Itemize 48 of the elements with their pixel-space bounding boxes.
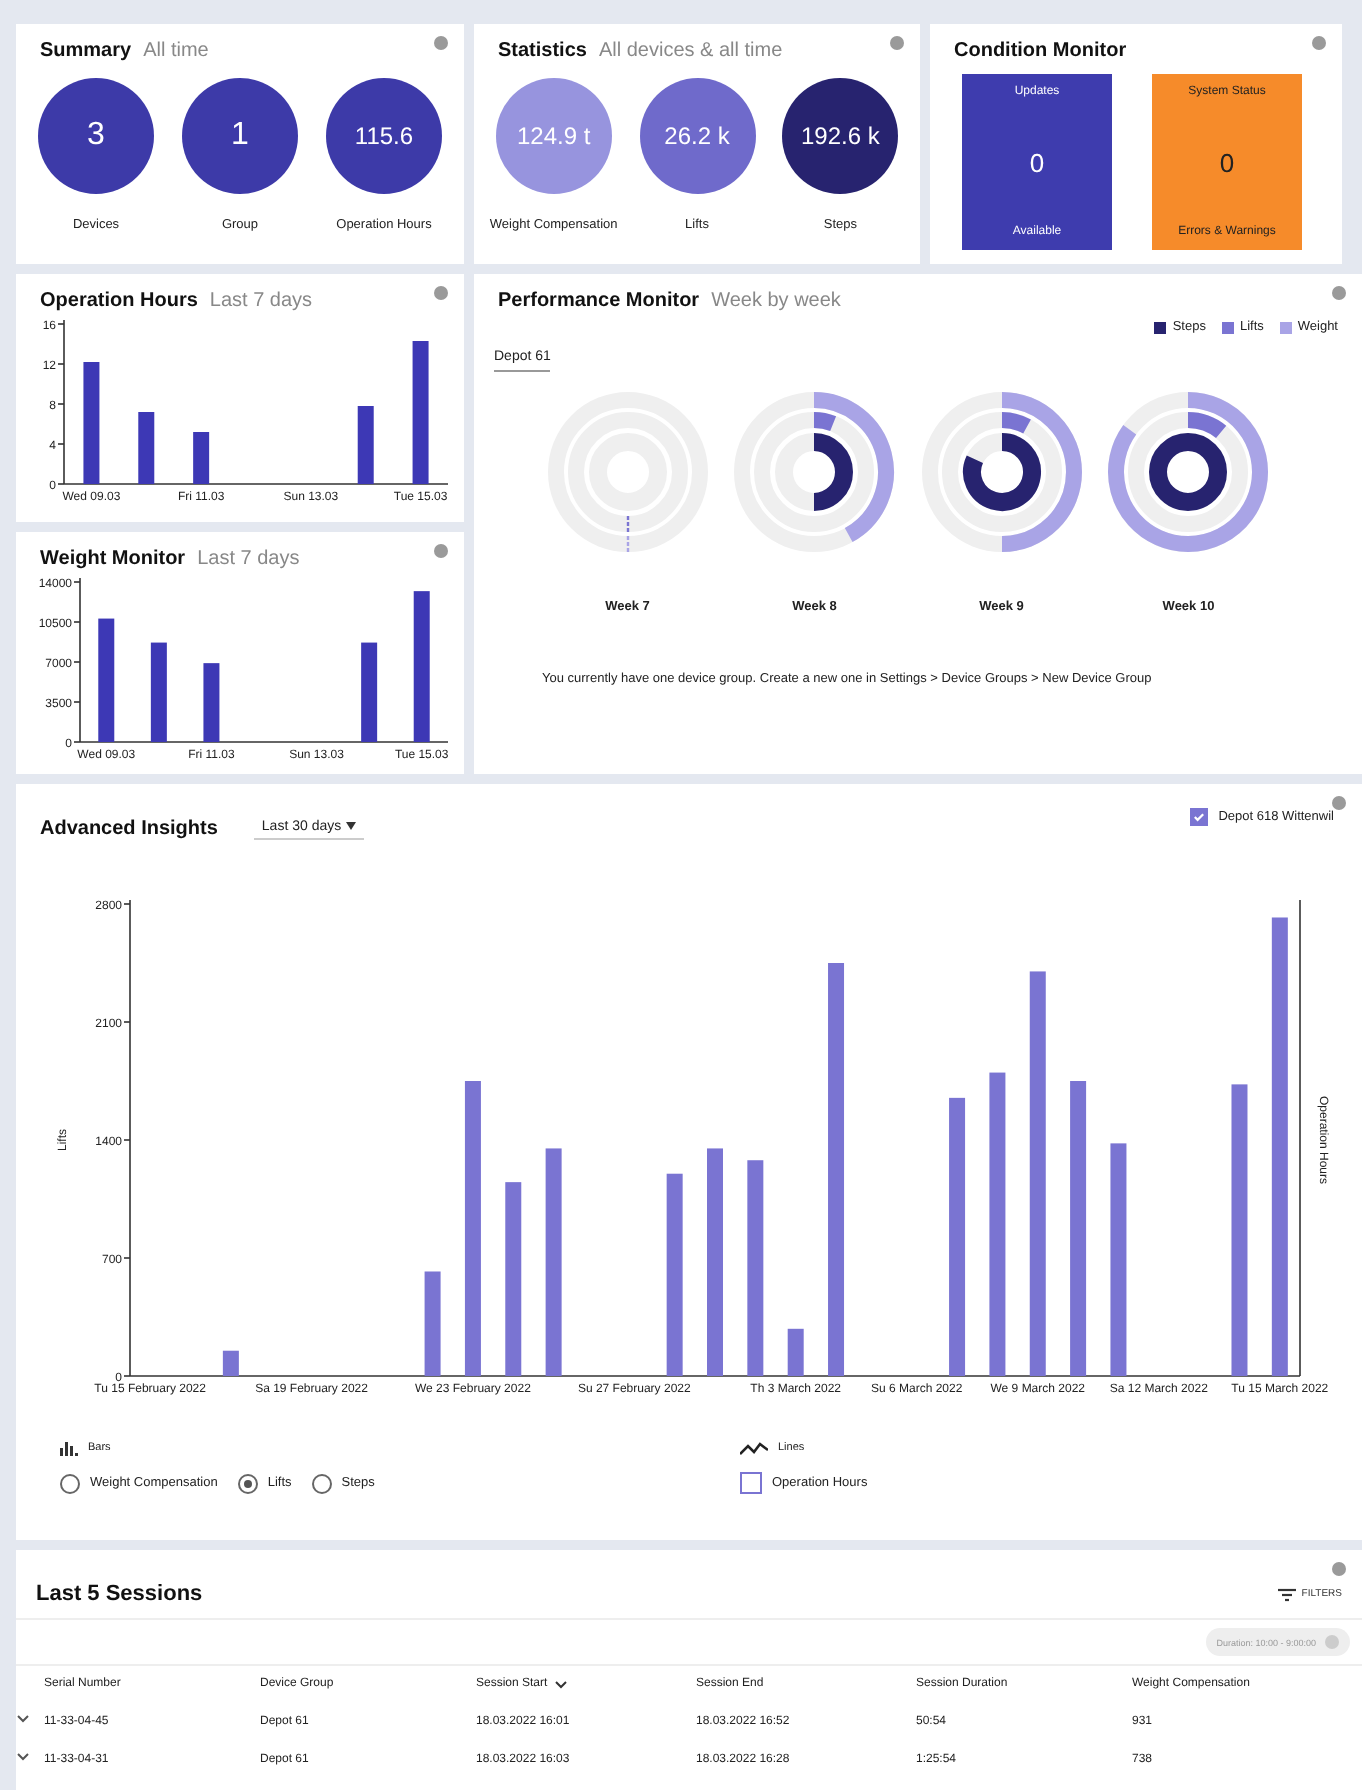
card-title: Condition Monitor bbox=[954, 40, 1127, 62]
bar bbox=[150, 642, 167, 742]
bar bbox=[193, 432, 210, 484]
card-subtitle: Last 7 days bbox=[197, 548, 300, 570]
info-icon[interactable] bbox=[1312, 36, 1326, 50]
card-title: Advanced Insights bbox=[40, 817, 218, 839]
checkbox[interactable] bbox=[1190, 808, 1209, 826]
bar bbox=[203, 663, 220, 742]
bar bbox=[412, 341, 429, 484]
stat-circle: 1 bbox=[182, 78, 298, 194]
bar bbox=[83, 362, 100, 484]
bar-chart-icon bbox=[60, 1440, 78, 1456]
info-icon[interactable] bbox=[1332, 1562, 1346, 1576]
caret-icon bbox=[345, 822, 356, 830]
card-title: Summary bbox=[40, 40, 132, 62]
card-title: Last 5 Sessions bbox=[36, 1582, 203, 1606]
tile-value: 0 bbox=[1219, 147, 1235, 177]
stat-circle: 3 bbox=[38, 78, 154, 194]
bar bbox=[357, 406, 374, 484]
bar bbox=[787, 1328, 804, 1376]
card-subtitle: All time bbox=[143, 40, 209, 62]
bar bbox=[98, 618, 115, 742]
tile-value: 0 bbox=[1029, 147, 1045, 177]
expand-icon[interactable] bbox=[16, 1752, 30, 1762]
info-icon[interactable] bbox=[434, 286, 448, 300]
info-icon[interactable] bbox=[1332, 286, 1346, 300]
stat-circle: 124.9 t bbox=[495, 78, 612, 194]
card-subtitle: All devices & all time bbox=[598, 40, 783, 62]
info-icon[interactable] bbox=[890, 36, 904, 50]
info-icon[interactable] bbox=[434, 36, 448, 50]
filter-icon bbox=[1277, 1587, 1296, 1601]
card-title: Weight Monitor bbox=[40, 548, 186, 570]
bar bbox=[424, 1271, 441, 1376]
bar bbox=[222, 1350, 239, 1376]
stat-circle: 115.6 bbox=[326, 78, 442, 194]
info-icon[interactable] bbox=[434, 544, 448, 558]
card-subtitle: Week by week bbox=[711, 290, 841, 312]
bar bbox=[138, 412, 155, 484]
line-chart-icon bbox=[740, 1441, 768, 1455]
card-subtitle: Last 7 days bbox=[209, 290, 313, 312]
card-title: Statistics bbox=[498, 40, 587, 62]
stat-circle: 192.6 k bbox=[782, 78, 899, 194]
card-title: Performance Monitor bbox=[498, 290, 700, 312]
stat-circle: 26.2 k bbox=[639, 78, 755, 194]
info-icon[interactable] bbox=[1332, 796, 1346, 810]
bar bbox=[361, 642, 378, 742]
expand-icon[interactable] bbox=[16, 1714, 30, 1724]
card-title: Operation Hours bbox=[40, 290, 198, 312]
